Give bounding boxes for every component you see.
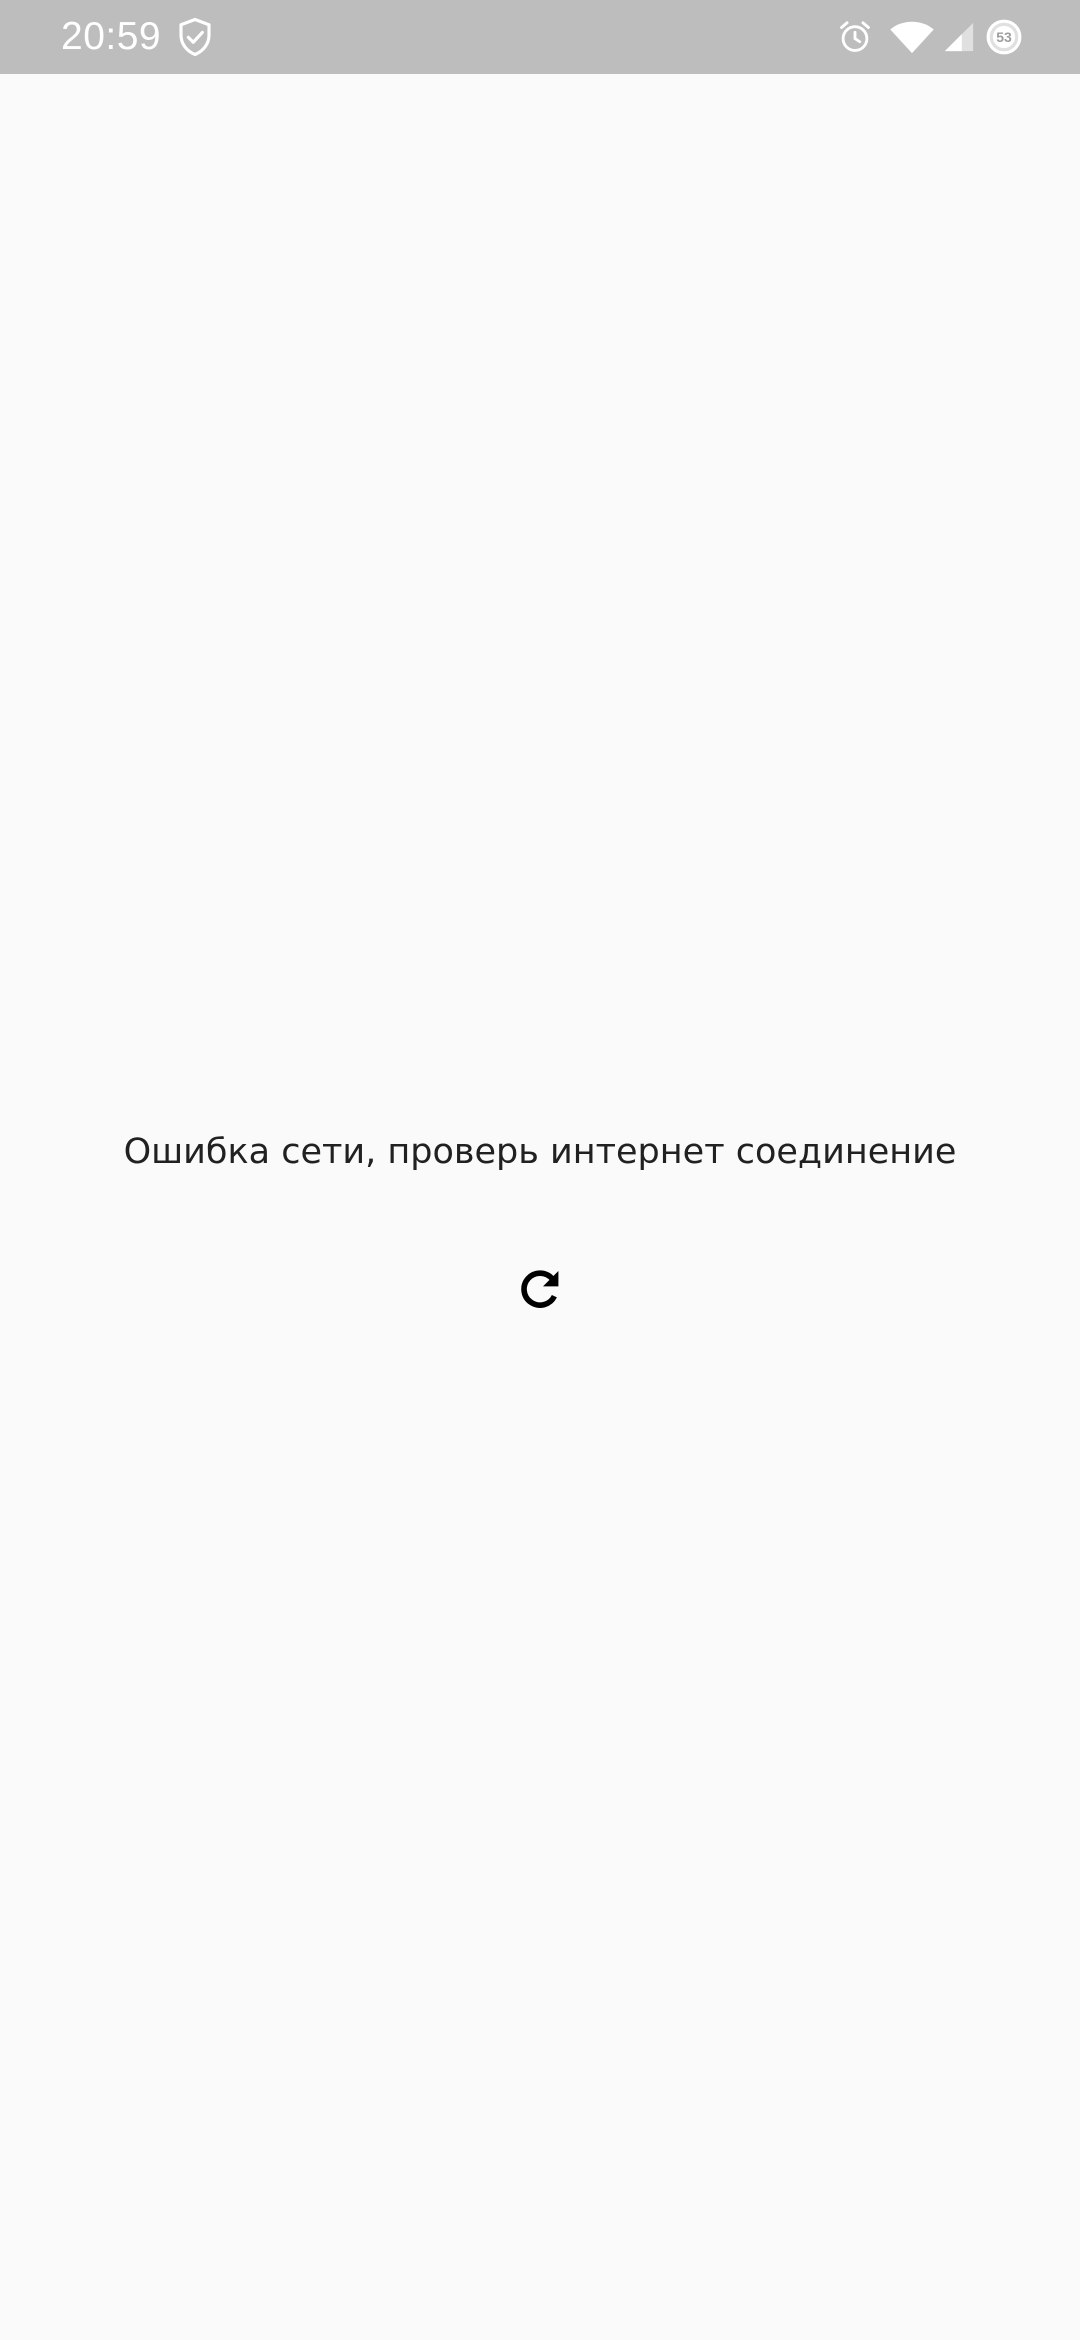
refresh-icon xyxy=(521,1270,559,1308)
wifi-icon xyxy=(890,21,934,54)
status-bar: 20:59 53 xyxy=(0,0,1080,74)
alarm-icon xyxy=(840,21,870,52)
battery-level: 53 xyxy=(996,29,1012,45)
app-screen: 20:59 53 Ошибка сети, проверь интернет с… xyxy=(0,0,1080,2340)
status-time: 20:59 xyxy=(61,15,162,58)
reload-button[interactable] xyxy=(502,1252,578,1328)
shield-check-icon xyxy=(179,17,211,57)
main-content: Ошибка сети, проверь интернет соединение xyxy=(0,74,1080,2340)
cellular-signal-icon xyxy=(944,22,974,52)
network-error-message: Ошибка сети, проверь интернет соединение xyxy=(123,1132,957,1172)
